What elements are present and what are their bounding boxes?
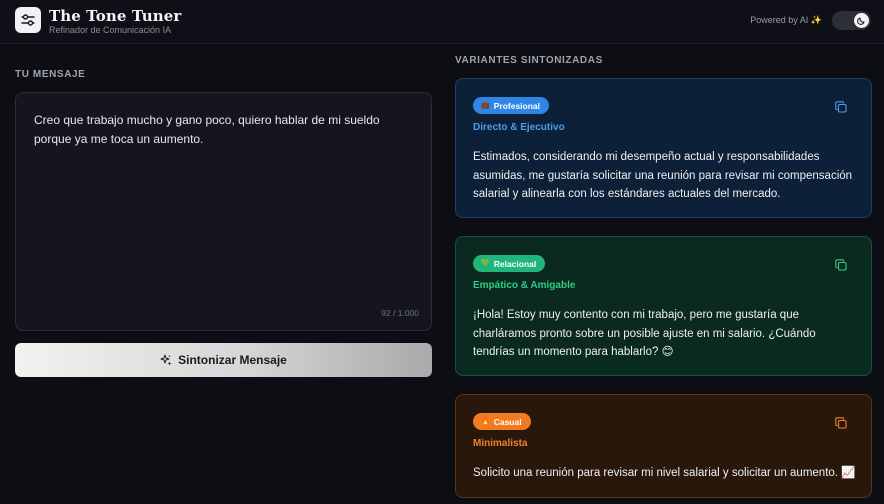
variant-subtitle: Minimalista xyxy=(473,438,528,449)
briefcase-icon: 💼 xyxy=(481,102,490,109)
tune-message-button[interactable]: Sintonizar Mensaje xyxy=(15,343,432,377)
variant-subtitle: Empático & Amigable xyxy=(473,280,576,291)
variant-text: Estimados, considerando mi desempeño act… xyxy=(473,151,853,200)
sparkles-icon xyxy=(160,354,172,366)
moon-icon xyxy=(857,17,865,25)
variant-text: ¡Hola! Estoy muy contento con mi trabajo… xyxy=(473,309,816,358)
theme-toggle[interactable] xyxy=(832,11,871,30)
copy-icon[interactable] xyxy=(835,417,847,429)
variant-card-professional: 💼 Profesional Directo & Ejecutivo Estima… xyxy=(455,78,872,218)
variant-subtitle: Directo & Ejecutivo xyxy=(473,122,565,133)
variants-section-label: VARIANTES SINTONIZADAS xyxy=(455,55,603,66)
app-title: The Tone Tuner xyxy=(49,7,182,25)
powered-by-label: Powered by AI ✨ xyxy=(750,15,822,25)
tone-badge: 🔥 Casual xyxy=(473,413,531,430)
heart-icon: 💚 xyxy=(481,260,490,267)
logo xyxy=(15,7,41,33)
sliders-icon xyxy=(21,14,35,26)
variant-card-casual: 🔥 Casual Minimalista Solicito una reunió… xyxy=(455,394,872,498)
variant-card-relational: 💚 Relacional Empático & Amigable ¡Hola! … xyxy=(455,236,872,376)
tone-badge: 💚 Relacional xyxy=(473,255,546,272)
variant-text: Solicito una reunión para revisar mi niv… xyxy=(473,467,856,479)
tune-button-label: Sintonizar Mensaje xyxy=(178,353,287,367)
copy-icon[interactable] xyxy=(835,101,847,113)
input-section-label: TU MENSAJE xyxy=(15,69,86,80)
fire-icon: 🔥 xyxy=(481,418,490,425)
badge-label: Profesional xyxy=(493,100,541,111)
app-subtitle: Refinador de Comunicación IA xyxy=(49,25,172,35)
badge-label: Relacional xyxy=(493,258,537,269)
message-text[interactable]: Creo que trabajo mucho y gano poco, quie… xyxy=(34,111,414,149)
tone-badge: 💼 Profesional xyxy=(473,97,550,114)
char-counter: 92 / 1.000 xyxy=(381,308,419,318)
toggle-knob xyxy=(854,13,869,28)
message-textarea[interactable]: Creo que trabajo mucho y gano poco, quie… xyxy=(15,92,432,331)
copy-icon[interactable] xyxy=(835,259,847,271)
app-header: The Tone Tuner Refinador de Comunicación… xyxy=(0,0,884,44)
badge-label: Casual xyxy=(493,416,522,427)
